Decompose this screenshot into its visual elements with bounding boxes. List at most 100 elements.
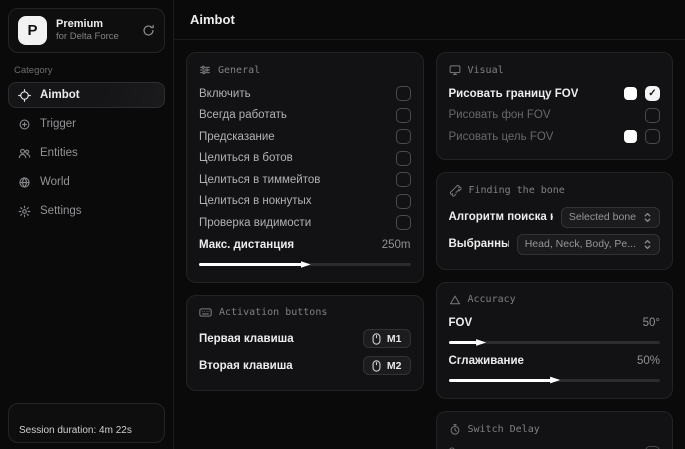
toggle-row-aim-bots: Целиться в ботов — [199, 148, 411, 170]
checkbox[interactable] — [396, 108, 411, 123]
toggle-row-enable: Включить — [199, 83, 411, 105]
smoothing-slider[interactable] — [449, 379, 661, 382]
max-distance-slider[interactable] — [199, 263, 411, 266]
card-header-label: Accuracy — [468, 294, 516, 305]
keyboard-icon — [199, 307, 212, 318]
keybind-button-m2[interactable]: M2 — [363, 356, 411, 375]
brand-card: P Premium for Delta Force — [8, 8, 165, 53]
color-swatch[interactable] — [624, 130, 637, 143]
checkbox[interactable] — [645, 108, 660, 123]
slider-label: FOV — [449, 317, 473, 329]
checkbox[interactable] — [396, 86, 411, 101]
brand-logo: P — [18, 16, 47, 45]
dropdown-value: Selected bone — [569, 211, 636, 223]
dropdown-label: Алгоритм поиска костей — [449, 211, 553, 223]
visual-label: Рисовать границу FOV — [449, 88, 579, 100]
slider-thumb[interactable] — [550, 376, 560, 385]
toggle-row-aim-knocked: Целиться в нокнутых — [199, 191, 411, 213]
left-column: General Включить Всегда работать Предска… — [186, 52, 424, 391]
finding-bone-card: Finding the bone Алгоритм поиска костей … — [436, 172, 674, 270]
sidebar: P Premium for Delta Force Category Aimbo… — [0, 0, 174, 449]
checkbox[interactable] — [645, 129, 660, 144]
visual-row-fov-background: Рисовать фон FOV — [449, 105, 661, 127]
sidebar-item-settings[interactable]: Settings — [8, 198, 165, 224]
keybind-row-primary: Первая клавиша M1 — [199, 325, 411, 352]
sidebar-item-entities[interactable]: Entities — [8, 140, 165, 166]
card-header-label: General — [218, 65, 260, 76]
sidebar-item-label: World — [40, 176, 70, 188]
content-grid: General Включить Всегда работать Предска… — [174, 40, 685, 449]
slider-value: 250m — [382, 239, 411, 251]
dropdown-label: Выбранные кости — [449, 238, 509, 250]
keybind-label: Первая клавиша — [199, 333, 294, 345]
checkbox[interactable] — [645, 86, 660, 101]
bone-icon — [449, 184, 462, 197]
users-icon — [18, 147, 31, 160]
sidebar-item-world[interactable]: World — [8, 169, 165, 195]
slider-value: 50% — [637, 355, 660, 367]
checkbox[interactable] — [396, 151, 411, 166]
color-swatch[interactable] — [624, 87, 637, 100]
sliders-icon — [199, 64, 211, 76]
page-header: Aimbot — [174, 0, 685, 40]
toggle-row-switch-delay: Задержка переключения — [449, 443, 661, 449]
general-card-header: General — [199, 64, 411, 76]
toggle-row-always-work: Всегда работать — [199, 105, 411, 127]
triangle-icon — [449, 294, 461, 306]
card-header-label: Switch Delay — [468, 424, 540, 435]
checkbox[interactable] — [396, 215, 411, 230]
toggle-label: Целиться в ботов — [199, 152, 293, 164]
right-column: Visual Рисовать границу FOV Рисовать фон… — [436, 52, 674, 449]
keybind-label: Вторая клавиша — [199, 360, 293, 372]
bone-card-header: Finding the bone — [449, 184, 661, 197]
main-area: Aimbot General Включить — [174, 0, 685, 449]
timer-icon — [449, 423, 461, 436]
toggle-label: Включить — [199, 88, 251, 100]
slider-value: 50° — [643, 317, 660, 329]
mouse-icon — [372, 333, 381, 345]
visual-card-header: Visual — [449, 64, 661, 76]
sidebar-item-label: Entities — [40, 147, 78, 159]
accuracy-card: Accuracy FOV 50° Сглаживание — [436, 282, 674, 399]
card-header-label: Finding the bone — [469, 185, 565, 196]
visual-row-fov-border: Рисовать границу FOV — [449, 83, 661, 105]
session-duration-text: Session duration: 4m 22s — [19, 425, 132, 436]
toggle-label: Всегда работать — [199, 109, 287, 121]
checkbox[interactable] — [396, 129, 411, 144]
toggle-label: Целиться в тиммейтов — [199, 174, 320, 186]
checkbox[interactable] — [396, 194, 411, 209]
card-header-label: Visual — [468, 65, 504, 76]
sidebar-item-label: Trigger — [40, 118, 76, 130]
general-card: General Включить Всегда работать Предска… — [186, 52, 424, 283]
fov-slider[interactable] — [449, 341, 661, 344]
keybind-button-m1[interactable]: M1 — [363, 329, 411, 348]
switch-delay-card: Switch Delay Задержка переключения Задер… — [436, 411, 674, 449]
app-window: P Premium for Delta Force Category Aimbo… — [0, 0, 685, 449]
sidebar-nav: Aimbot Trigger Entities — [0, 82, 173, 224]
checkbox[interactable] — [396, 172, 411, 187]
brand-text: Premium for Delta Force — [56, 18, 133, 44]
gear-icon — [18, 205, 31, 218]
sidebar-item-trigger[interactable]: Trigger — [8, 111, 165, 137]
keybind-row-secondary: Вторая клавиша M2 — [199, 352, 411, 379]
brand-subtitle: for Delta Force — [56, 31, 133, 43]
slider-thumb[interactable] — [301, 260, 311, 269]
activation-buttons-card: Activation buttons Первая клавиша M1 — [186, 295, 424, 391]
slider-thumb[interactable] — [476, 338, 486, 347]
sync-icon[interactable] — [142, 24, 155, 37]
bone-row-selected: Выбранные кости Head, Neck, Body, Pe... — [449, 231, 661, 258]
slider-label: Макс. дистанция — [199, 239, 294, 251]
session-duration-box: Session duration: 4m 22s — [8, 403, 165, 443]
visual-label: Рисовать цель FOV — [449, 131, 554, 143]
selected-bones-select[interactable]: Head, Neck, Body, Pe... — [517, 234, 660, 255]
activation-card-header: Activation buttons — [199, 307, 411, 318]
sidebar-item-aimbot[interactable]: Aimbot — [8, 82, 165, 108]
card-header-label: Activation buttons — [219, 307, 327, 318]
bone-row-algorithm: Алгоритм поиска костей Selected bone — [449, 204, 661, 231]
max-distance-control: Макс. дистанция 250m — [199, 235, 411, 267]
bone-algorithm-select[interactable]: Selected bone — [561, 207, 660, 228]
toggle-row-aim-teammates: Целиться в тиммейтов — [199, 169, 411, 191]
smoothing-control: Сглаживание 50% — [449, 350, 661, 382]
chevron-up-down-icon — [643, 239, 652, 250]
toggle-label: Целиться в нокнутых — [199, 195, 312, 207]
